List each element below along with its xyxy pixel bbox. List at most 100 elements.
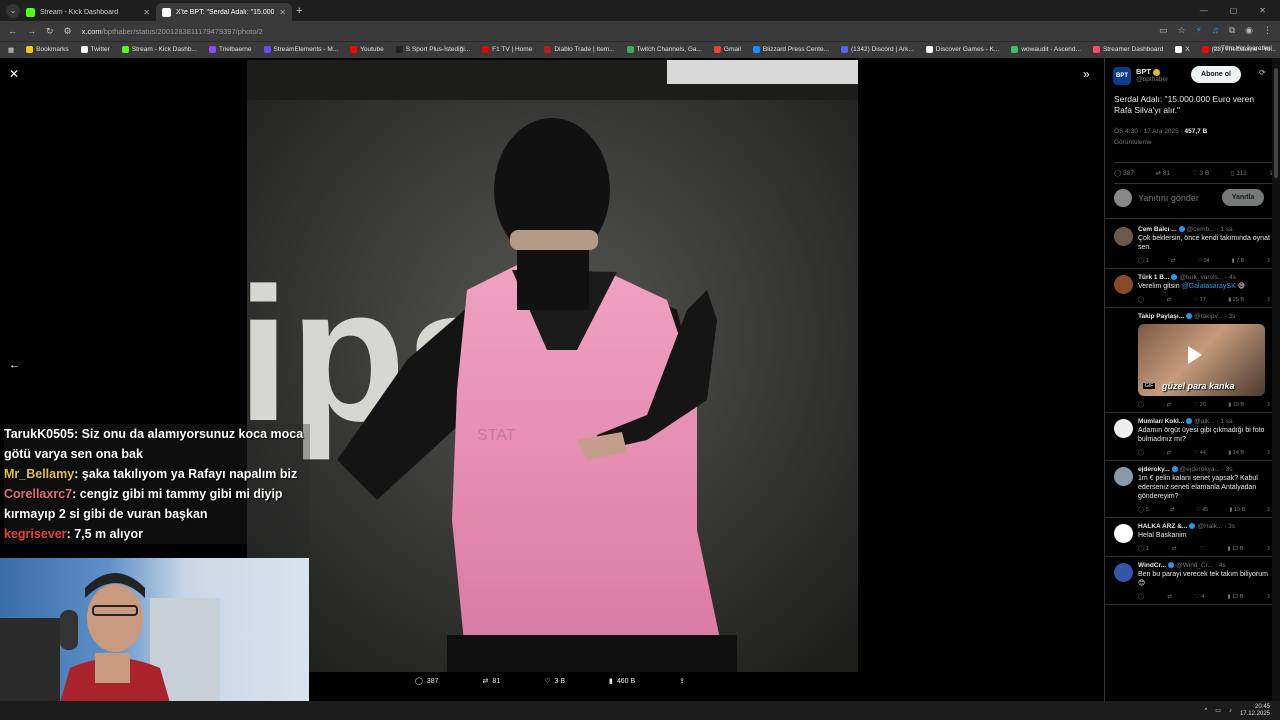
reply-author-name[interactable]: Takip Paylaşı...	[1138, 313, 1184, 320]
reload-icon[interactable]: ↻	[46, 26, 54, 37]
reply-comment-button[interactable]: ◯ 1	[1138, 258, 1149, 264]
reply-comment-button[interactable]: ◯	[1138, 297, 1144, 303]
tweet-time[interactable]: ÖS 4:30 · 17 Ara 2025 ·	[1114, 128, 1183, 135]
reply-views-button[interactable]: ▮ 19 B	[1229, 507, 1245, 513]
previous-photo-icon[interactable]: ←	[9, 359, 20, 371]
tweet-repost-button[interactable]: ⇄ 81	[1156, 169, 1171, 177]
back-icon[interactable]: ←	[8, 26, 17, 36]
close-window-icon[interactable]: ✕	[1259, 6, 1266, 15]
reply-views-button[interactable]: ▮ 13 B	[1227, 594, 1243, 600]
reply-item[interactable]: Türk 1 B... @turk_varols... · 4s Verelim g…	[1105, 269, 1280, 308]
author-name[interactable]: BPT	[1136, 67, 1168, 76]
reply-repost-button[interactable]: ⇄	[1166, 450, 1171, 456]
menu-icon[interactable]: ⋮	[1263, 25, 1272, 36]
reply-gif[interactable]: GIF güzel para kanka	[1138, 324, 1265, 396]
reply-heart-button[interactable]: ♡ 17	[1193, 297, 1206, 303]
forward-icon[interactable]: →	[27, 26, 36, 36]
reply-heart-button[interactable]: ♡ 44	[1193, 450, 1206, 456]
site-info-icon[interactable]: ⚙	[64, 26, 72, 37]
viewer-repost-button[interactable]: ⇄ 81	[483, 677, 501, 686]
reply-item[interactable]: Cem Balcı ... @cemb... · 1 sa Çok beklersi…	[1105, 221, 1280, 269]
reply-heart-button[interactable]: ♡ 20	[1193, 402, 1206, 408]
profile-icon[interactable]: ◉	[1245, 25, 1253, 36]
reply-repost-button[interactable]: ⇄	[1171, 258, 1176, 264]
viewer-share-button[interactable]: ⇪	[679, 677, 685, 685]
bookmark-item[interactable]: Streamer Dashboard	[1092, 46, 1163, 54]
bookmark-item[interactable]: S Sport Plus-İstediği...	[395, 46, 470, 54]
share-icon[interactable]: ⇪	[1266, 258, 1271, 264]
reply-item[interactable]: HALKA ARZ &... @Halk... · 3s Helal Baskani…	[1105, 518, 1280, 557]
network-icon[interactable]: ▭	[1215, 707, 1221, 714]
bookmark-item[interactable]: (1342) Discord | Ark...	[841, 46, 914, 54]
volume-icon[interactable]: ♪	[1229, 708, 1232, 714]
reply-repost-button[interactable]: ⇄	[1167, 594, 1172, 600]
bookmark-item[interactable]: Stream - Kick Dashb...	[121, 46, 197, 54]
tweet-comment-button[interactable]: ◯ 387	[1114, 169, 1134, 177]
reply-comment-button[interactable]: ◯	[1138, 402, 1144, 408]
reply-heart-button[interactable]: ♡ 45	[1196, 507, 1209, 513]
tab-close-icon[interactable]: ✕	[279, 8, 286, 17]
reply-item[interactable]: Takip Paylaşı... @takipv... · 3s GIF güzel …	[1105, 308, 1280, 413]
viewer-views-button[interactable]: ▮ 460 B	[609, 677, 635, 686]
reply-comment-button[interactable]: ◯	[1138, 450, 1144, 456]
reply-avatar[interactable]	[1114, 314, 1133, 333]
url-field[interactable]: x.com/bpthaber/status/200128381117947939…	[82, 27, 263, 36]
share-icon[interactable]: ⇪	[1266, 507, 1271, 513]
close-viewer-icon[interactable]: ✕	[9, 67, 19, 81]
all-bookmarks[interactable]: ▭ Tüm Yer İşaretleri	[1213, 44, 1272, 52]
tweet-photo[interactable]: ips STAT	[247, 60, 858, 672]
reply-views-button[interactable]: ▮ 13 B	[1227, 546, 1243, 552]
tab-kick-dashboard[interactable]: Stream - Kick Dashboard ✕	[20, 3, 156, 21]
reply-avatar[interactable]	[1114, 563, 1133, 582]
tab-x-post[interactable]: X'te BPT: "Serdal Adalı: "15.000.000 ✕	[156, 3, 292, 21]
bookmark-item[interactable]: Trielbaerne	[208, 46, 252, 54]
bookmark-item[interactable]: Gmail	[713, 46, 741, 54]
reply-author-name[interactable]: Türk 1 B...	[1138, 274, 1169, 281]
tab-close-icon[interactable]: ✕	[143, 8, 150, 17]
reply-avatar[interactable]	[1114, 227, 1133, 246]
reply-item[interactable]: WindCr... @Wind_Cr... · 4s Ben bu parayi v…	[1105, 557, 1280, 605]
system-clock[interactable]: 20:45 17.12.2025	[1240, 704, 1270, 718]
bookmark-item[interactable]: Twitch Channels, Ga...	[626, 46, 702, 54]
reply-item[interactable]: Mumları Kokl... @alk... · 1 sa Adamın örgü…	[1105, 413, 1280, 461]
reply-avatar[interactable]	[1114, 419, 1133, 438]
reply-comment-button[interactable]: ◯ 1	[1138, 546, 1149, 552]
viewer-like-button[interactable]: ♡ 3 B	[544, 677, 565, 686]
reply-repost-button[interactable]: ⇄	[1172, 546, 1177, 552]
reply-button[interactable]: Yanıtla	[1222, 189, 1264, 206]
tweet-bookmark-button[interactable]: ▯ 112	[1231, 169, 1247, 177]
reply-views-button[interactable]: ▮ 7 B	[1232, 258, 1245, 264]
bookmark-item[interactable]: wowaudit - Ascend...	[1011, 46, 1081, 54]
bookmark-item[interactable]: F1 TV | Home	[482, 46, 532, 54]
viewer-comment-button[interactable]: ◯ 387	[415, 677, 439, 686]
bookmark-item[interactable]: Bookmarks	[26, 46, 69, 54]
share-icon[interactable]: ⇪	[1266, 297, 1271, 303]
new-tab-icon[interactable]: +	[296, 5, 302, 17]
reply-mention-link[interactable]: @GalatasaraySK	[1182, 283, 1236, 290]
star-icon[interactable]: ☆	[1178, 25, 1186, 36]
maximize-icon[interactable]: ▢	[1230, 6, 1238, 15]
tab-search-icon[interactable]: ⌄	[6, 3, 20, 18]
reply-input[interactable]: Yanıtını gönder	[1138, 193, 1199, 203]
reply-views-button[interactable]: ▮ 14 B	[1228, 450, 1244, 456]
bookmark-item[interactable]: Youtube	[350, 46, 384, 54]
tweet-like-button[interactable]: ♡ 3 B	[1192, 169, 1209, 177]
reply-comment-button[interactable]: ◯	[1138, 594, 1144, 600]
reply-author-name[interactable]: HALKA ARZ &...	[1138, 523, 1187, 530]
extension-icon[interactable]: ⚡	[1196, 25, 1202, 36]
play-icon[interactable]	[1188, 346, 1202, 364]
reply-repost-button[interactable]: ⇄	[1170, 507, 1175, 513]
bookmark-item[interactable]: StreamElements - M...	[263, 46, 338, 54]
apps-icon[interactable]: ▦	[8, 46, 14, 54]
reply-heart-button[interactable]: ♡ 34	[1197, 258, 1210, 264]
reply-views-button[interactable]: ▮ 25 B	[1228, 297, 1244, 303]
reply-author-name[interactable]: Cem Balcı ...	[1138, 226, 1177, 233]
sidebar-scrollbar[interactable]	[1272, 58, 1280, 701]
bookmark-item[interactable]: Diablo Trade | Item...	[544, 46, 615, 54]
reply-avatar[interactable]	[1114, 275, 1133, 294]
reply-repost-button[interactable]: ⇄	[1166, 402, 1171, 408]
bookmark-item[interactable]: Blizzard Press Cente...	[752, 46, 829, 54]
share-icon[interactable]: ⇪	[1266, 546, 1271, 552]
bookmark-item[interactable]: Twitter	[80, 46, 110, 54]
reply-repost-button[interactable]: ⇄	[1166, 297, 1171, 303]
